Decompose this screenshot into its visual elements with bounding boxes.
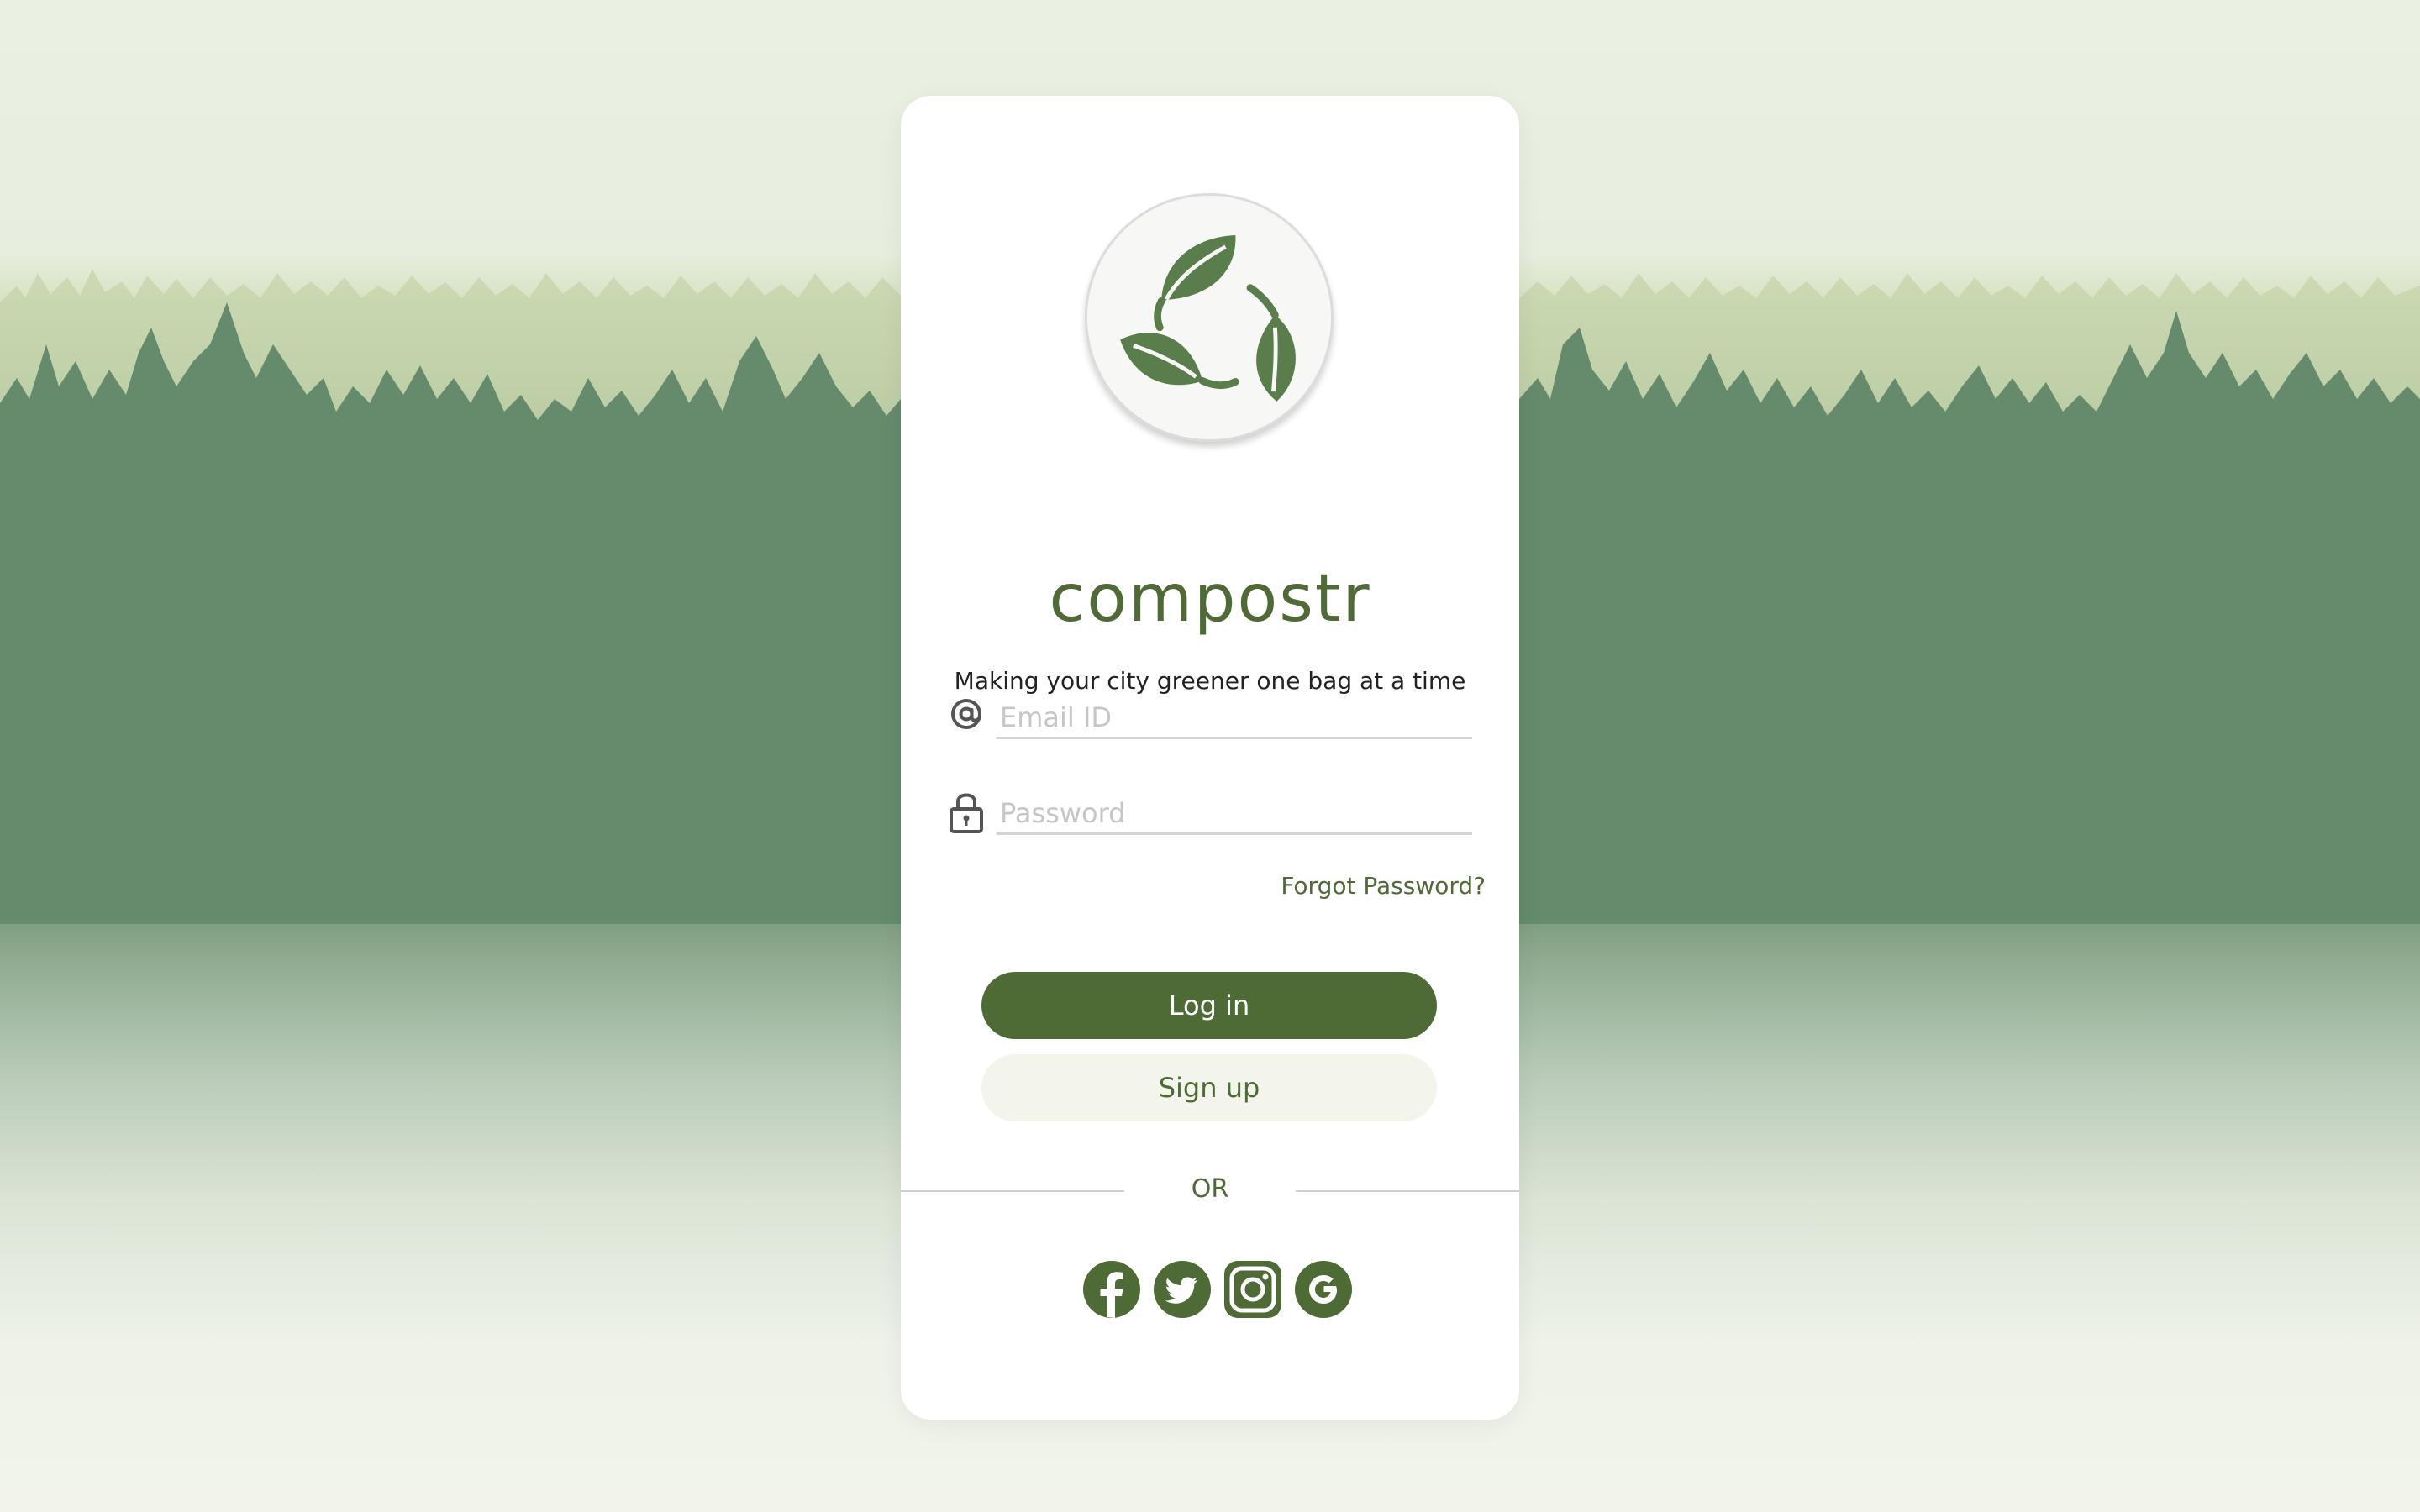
signup-button[interactable]: Sign up (981, 1054, 1437, 1121)
email-input[interactable] (997, 697, 1472, 739)
leaf-logo-icon (1120, 235, 1296, 402)
login-button[interactable]: Log in (981, 972, 1437, 1039)
divider-line-right (1296, 1190, 1519, 1192)
facebook-icon[interactable] (1082, 1260, 1141, 1319)
at-icon (948, 694, 985, 738)
recycle-leaf-logo (1085, 193, 1334, 442)
twitter-icon[interactable] (1153, 1260, 1212, 1319)
password-field (948, 785, 1472, 843)
forgot-password-link[interactable]: Forgot Password? (1281, 872, 1486, 900)
social-login-row (1082, 1260, 1355, 1319)
lock-icon (948, 790, 985, 833)
app-title: compostr (1049, 561, 1371, 637)
instagram-icon[interactable] (1223, 1260, 1282, 1319)
google-icon[interactable] (1294, 1260, 1353, 1319)
email-field (948, 689, 1472, 748)
login-page: compostr Making your city greener one ba… (0, 0, 2420, 1512)
login-card: compostr Making your city greener one ba… (901, 96, 1519, 1420)
password-input[interactable] (997, 793, 1472, 835)
or-divider-label: OR (1191, 1174, 1229, 1204)
